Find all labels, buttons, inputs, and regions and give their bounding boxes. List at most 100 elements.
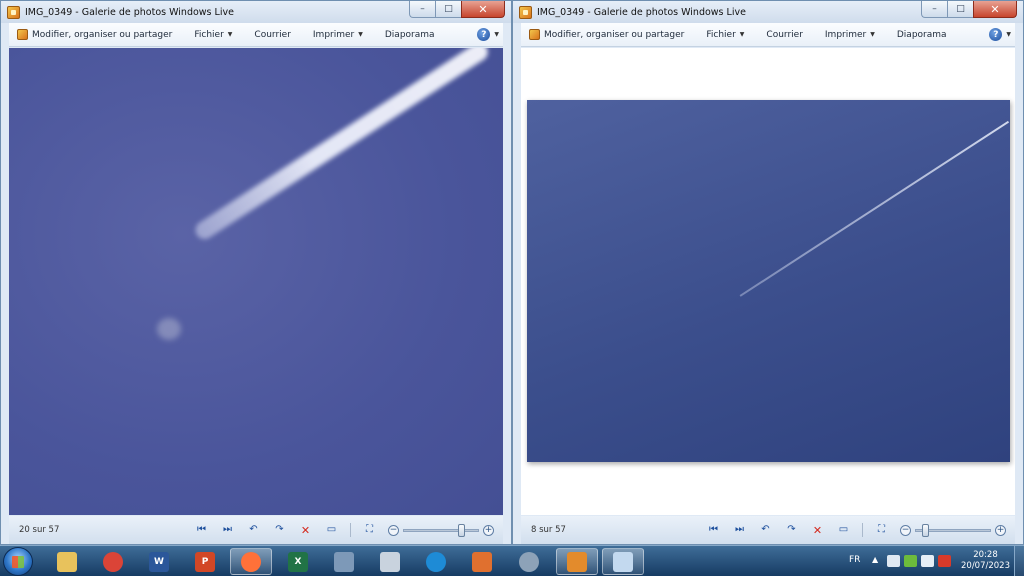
taskbar-word-button[interactable]: W: [138, 548, 180, 575]
previous-button[interactable]: ⏮: [706, 523, 721, 538]
close-button[interactable]: ✕: [461, 1, 505, 18]
organize-menu[interactable]: Modifier, organiser ou partager: [529, 29, 684, 40]
minimize-button[interactable]: –: [409, 1, 435, 18]
actual-size-button[interactable]: ⛶: [874, 523, 889, 538]
show-desktop-button[interactable]: [1014, 546, 1024, 576]
media-icon: [472, 551, 492, 572]
photo-gallery-window-right[interactable]: IMG_0349 - Galerie de photos Windows Liv…: [512, 0, 1024, 545]
powerpoint-icon: P: [195, 551, 215, 572]
file-menu[interactable]: Fichier ▼: [194, 30, 232, 40]
zoom-slider[interactable]: [403, 523, 479, 537]
taskbar-network-button[interactable]: [323, 548, 365, 575]
taskbar: W P X FR ▲ 20:28 20/07/2023: [0, 545, 1024, 576]
photo-viewport[interactable]: [9, 48, 503, 515]
file-menu[interactable]: Fichier ▼: [706, 30, 744, 40]
zoom-out-button[interactable]: −: [900, 524, 911, 536]
start-button[interactable]: [3, 547, 33, 576]
zoom-in-button[interactable]: +: [483, 524, 494, 536]
taskbar-media-button[interactable]: [461, 548, 503, 575]
taskbar-firefox-button[interactable]: [230, 548, 272, 575]
slideshow-button[interactable]: ▭: [836, 523, 851, 538]
organize-icon: [17, 29, 28, 40]
sync-icon[interactable]: [904, 555, 917, 567]
minimize-button[interactable]: –: [921, 1, 947, 18]
photo-gallery-icon: [519, 5, 532, 19]
delete-button[interactable]: ✕: [298, 523, 313, 538]
slideshow-menu[interactable]: Diaporama: [897, 30, 947, 40]
maximize-button[interactable]: □: [435, 1, 461, 18]
mail-label: Courrier: [254, 29, 291, 40]
help-button[interactable]: ? ▼: [989, 28, 1011, 41]
zoom-out-button[interactable]: −: [388, 524, 399, 536]
slideshow-label: Diaporama: [384, 29, 435, 40]
taskbar-calculator-button[interactable]: [369, 548, 411, 575]
clock-date: 20/07/2023: [961, 561, 1010, 571]
paint-icon: [613, 551, 633, 572]
excel-icon: X: [288, 551, 308, 572]
title-bar[interactable]: IMG_0349 - Galerie de photos Windows Liv…: [1, 1, 511, 23]
title-bar[interactable]: IMG_0349 - Galerie de photos Windows Liv…: [513, 1, 1023, 23]
chevron-down-icon: ▼: [1006, 31, 1011, 38]
organize-icon: [529, 29, 540, 40]
photo-counter: 20 sur 57: [19, 525, 60, 535]
file-label: Fichier: [706, 29, 736, 40]
zoom-control: − +: [388, 523, 494, 537]
slideshow-button[interactable]: ▭: [324, 523, 339, 538]
taskbar-chrome-button[interactable]: [92, 548, 134, 575]
rotate-left-button[interactable]: ↶: [758, 523, 773, 538]
close-button[interactable]: ✕: [973, 1, 1017, 18]
zoom-in-button[interactable]: +: [995, 524, 1006, 536]
network-signal-icon[interactable]: [887, 555, 900, 567]
delete-button[interactable]: ✕: [810, 523, 825, 538]
mail-menu[interactable]: Courrier: [254, 30, 290, 40]
next-button[interactable]: ⏭: [220, 523, 235, 538]
help-button[interactable]: ? ▼: [477, 28, 499, 41]
slideshow-label: Diaporama: [896, 29, 947, 40]
taskbar-edge-button[interactable]: [415, 548, 457, 575]
zoom-control: − +: [900, 523, 1006, 537]
taskbar-disc-button[interactable]: [508, 548, 550, 575]
photo-gallery-icon: [7, 5, 20, 19]
contrail-image: [192, 48, 492, 243]
fit-to-window-button[interactable]: ⛶: [362, 523, 377, 538]
print-menu[interactable]: Imprimer ▼: [825, 30, 875, 40]
volume-icon[interactable]: [921, 555, 934, 567]
maximize-button[interactable]: □: [947, 1, 973, 18]
zoom-slider-thumb[interactable]: [921, 523, 929, 537]
taskbar-photo-gallery-button[interactable]: [556, 548, 598, 575]
window-title: IMG_0349 - Galerie de photos Windows Liv…: [25, 6, 234, 18]
chevron-down-icon: ▼: [870, 31, 875, 38]
taskbar-excel-button[interactable]: X: [277, 548, 319, 575]
organize-menu[interactable]: Modifier, organiser ou partager: [17, 29, 172, 40]
photo-viewport[interactable]: [521, 48, 1015, 515]
taskbar-explorer-button[interactable]: [46, 548, 88, 575]
status-bar: 8 sur 57 ⏮ ⏭ ↶ ↷ ✕ ▭ ⛶ − +: [521, 516, 1015, 544]
rotate-right-button[interactable]: ↷: [272, 523, 287, 538]
rotate-left-button[interactable]: ↶: [246, 523, 261, 538]
alert-icon[interactable]: [938, 555, 951, 567]
mail-menu[interactable]: Courrier: [766, 30, 802, 40]
tray-icons: [887, 555, 955, 567]
command-bar: Modifier, organiser ou partager Fichier …: [9, 23, 503, 47]
photo-artifact: [157, 318, 181, 340]
taskbar-paint-button[interactable]: [602, 548, 644, 575]
rotate-right-button[interactable]: ↷: [784, 523, 799, 538]
show-hidden-icons-icon[interactable]: ▲: [872, 555, 878, 564]
clock[interactable]: 20:28 20/07/2023: [961, 550, 1010, 572]
system-tray: FR ▲ 20:28 20/07/2023: [839, 546, 1024, 576]
window-title: IMG_0349 - Galerie de photos Windows Liv…: [537, 6, 746, 18]
next-button[interactable]: ⏭: [732, 523, 747, 538]
zoom-slider[interactable]: [915, 523, 991, 537]
print-label: Imprimer: [312, 29, 355, 40]
divider: [862, 523, 863, 537]
language-indicator[interactable]: FR: [849, 555, 860, 565]
slideshow-menu[interactable]: Diaporama: [385, 30, 435, 40]
zoom-slider-thumb[interactable]: [457, 523, 465, 537]
print-menu[interactable]: Imprimer ▼: [313, 30, 363, 40]
photo-image: [527, 100, 1010, 462]
previous-button[interactable]: ⏮: [194, 523, 209, 538]
taskbar-powerpoint-button[interactable]: P: [184, 548, 226, 575]
photo-gallery-window-left[interactable]: IMG_0349 - Galerie de photos Windows Liv…: [0, 0, 512, 545]
help-icon: ?: [989, 28, 1003, 41]
navigation-controls: ⏮ ⏭ ↶ ↷ ✕ ▭ ⛶ − +: [194, 523, 494, 538]
